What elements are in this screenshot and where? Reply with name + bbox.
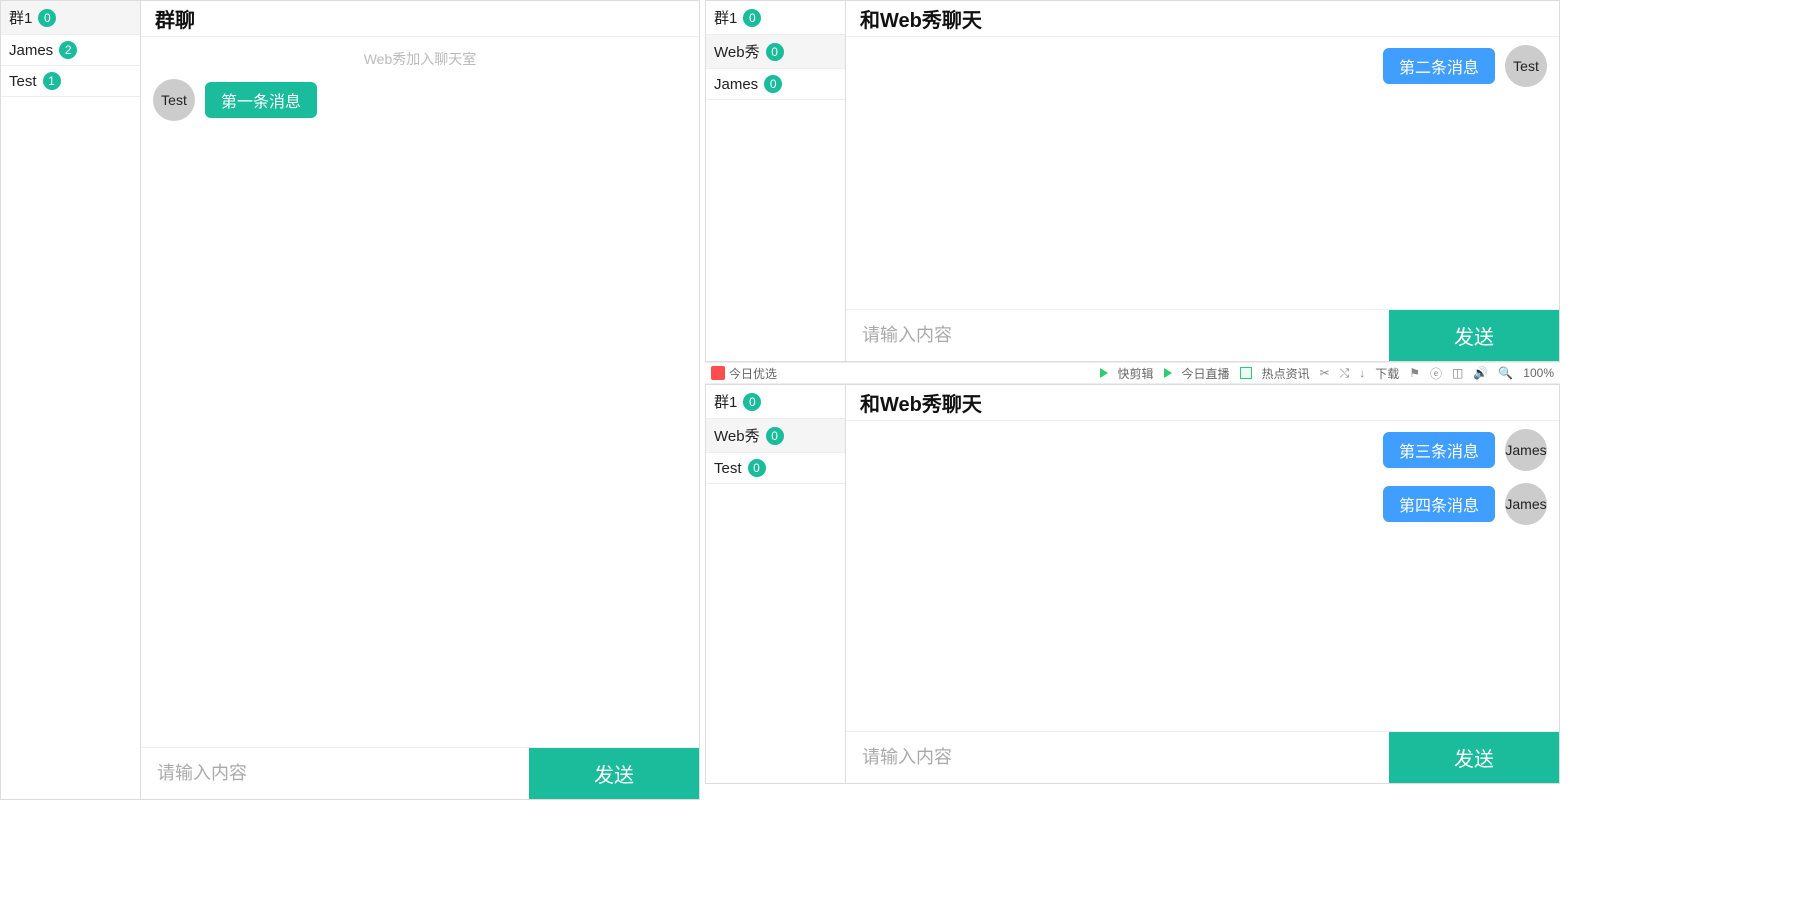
sidebar-item-label: Test: [714, 460, 742, 477]
message-input[interactable]: [846, 310, 1389, 361]
chat-body: 第三条消息 James 第四条消息 James: [846, 421, 1559, 731]
status-download[interactable]: 下载: [1375, 365, 1399, 382]
avatar: Test: [153, 79, 195, 121]
badge: 1: [43, 72, 61, 90]
avatar: James: [1505, 483, 1547, 525]
message-row: 第二条消息 Test: [858, 45, 1547, 87]
message-row: 第四条消息 James: [858, 483, 1547, 525]
status-item[interactable]: 今日直播: [1182, 365, 1230, 382]
window-icon[interactable]: ◫: [1452, 366, 1463, 380]
system-message: Web秀加入聊天室: [153, 49, 687, 69]
sidebar-item-group1[interactable]: 群1 0: [706, 1, 845, 35]
badge: 0: [748, 459, 766, 477]
badge: 0: [38, 9, 56, 27]
sidebar: 群1 0 Web秀 0 Test 0: [706, 385, 846, 783]
sidebar-item-james[interactable]: James 2: [1, 35, 140, 66]
message-input[interactable]: [846, 732, 1389, 783]
status-item[interactable]: 快剪辑: [1118, 365, 1154, 382]
sidebar-item-label: Web秀: [714, 425, 760, 446]
play-icon: [1164, 368, 1172, 378]
chat-panel: 和Web秀聊天 第二条消息 Test 发送: [846, 1, 1559, 361]
avatar: Test: [1505, 45, 1547, 87]
avatar: James: [1505, 429, 1547, 471]
badge: 0: [743, 393, 761, 411]
sidebar-item-james[interactable]: James 0: [706, 69, 845, 100]
chat-title: 群聊: [141, 1, 699, 37]
chat-title: 和Web秀聊天: [846, 1, 1559, 37]
sidebar-item-label: Test: [9, 73, 37, 90]
sidebar-item-label: Web秀: [714, 41, 760, 62]
sidebar-item-webxiu[interactable]: Web秀 0: [706, 35, 845, 69]
doc-icon: [1240, 367, 1252, 379]
sidebar-item-label: 群1: [9, 7, 32, 28]
send-button[interactable]: 发送: [1389, 310, 1559, 361]
input-row: 发送: [846, 731, 1559, 783]
sidebar-item-group1[interactable]: 群1 0: [1, 1, 140, 35]
chat-panel: 和Web秀聊天 第三条消息 James 第四条消息 James 发送: [846, 385, 1559, 783]
send-button[interactable]: 发送: [529, 748, 699, 799]
status-left[interactable]: 今日优选: [729, 365, 777, 382]
input-row: 发送: [846, 309, 1559, 361]
message-bubble: 第一条消息: [205, 82, 317, 118]
sidebar-item-test[interactable]: Test 1: [1, 66, 140, 97]
sidebar-item-label: James: [9, 42, 53, 59]
scissors-icon[interactable]: ✂: [1320, 366, 1330, 380]
zoom-icon[interactable]: 🔍: [1498, 366, 1513, 380]
chat-body: Web秀加入聊天室 Test 第一条消息: [141, 37, 699, 747]
sidebar-item-label: James: [714, 76, 758, 93]
message-input[interactable]: [141, 748, 529, 799]
send-button[interactable]: 发送: [1389, 732, 1559, 783]
sidebar: 群1 0 James 2 Test 1: [1, 1, 141, 799]
sidebar-item-webxiu[interactable]: Web秀 0: [706, 419, 845, 453]
message-bubble: 第三条消息: [1383, 432, 1495, 468]
badge: 0: [766, 427, 784, 445]
message-row: Test 第一条消息: [153, 79, 687, 121]
play-icon: [1100, 368, 1108, 378]
sound-icon[interactable]: 🔊: [1473, 366, 1488, 380]
message-row: 第三条消息 James: [858, 429, 1547, 471]
badge: 0: [766, 43, 784, 61]
sidebar-item-test[interactable]: Test 0: [706, 453, 845, 484]
status-item[interactable]: 热点资讯: [1262, 365, 1310, 382]
sidebar: 群1 0 Web秀 0 James 0: [706, 1, 846, 361]
sidebar-item-label: 群1: [714, 7, 737, 28]
browser-status-bar: 今日优选 快剪辑 今日直播 热点资讯 ✂ ⤭ ↓ 下载 ⚑ ⓔ ◫ 🔊 🔍 10…: [705, 362, 1560, 384]
chat-title: 和Web秀聊天: [846, 385, 1559, 421]
sidebar-item-group1[interactable]: 群1 0: [706, 385, 845, 419]
zoom-level[interactable]: 100%: [1523, 366, 1554, 380]
ie-icon[interactable]: ⓔ: [1430, 365, 1442, 382]
badge: 0: [743, 9, 761, 27]
message-bubble: 第四条消息: [1383, 486, 1495, 522]
shuffle-icon[interactable]: ⤭: [1340, 366, 1350, 381]
download-arrow-icon[interactable]: ↓: [1359, 366, 1365, 380]
chat-panel: 群聊 Web秀加入聊天室 Test 第一条消息 发送: [141, 1, 699, 799]
flag-icon[interactable]: ⚑: [1409, 366, 1420, 380]
input-row: 发送: [141, 747, 699, 799]
message-bubble: 第二条消息: [1383, 48, 1495, 84]
sidebar-item-label: 群1: [714, 391, 737, 412]
gift-icon: [711, 366, 725, 380]
chat-body: 第二条消息 Test: [846, 37, 1559, 309]
badge: 0: [764, 75, 782, 93]
badge: 2: [59, 41, 77, 59]
